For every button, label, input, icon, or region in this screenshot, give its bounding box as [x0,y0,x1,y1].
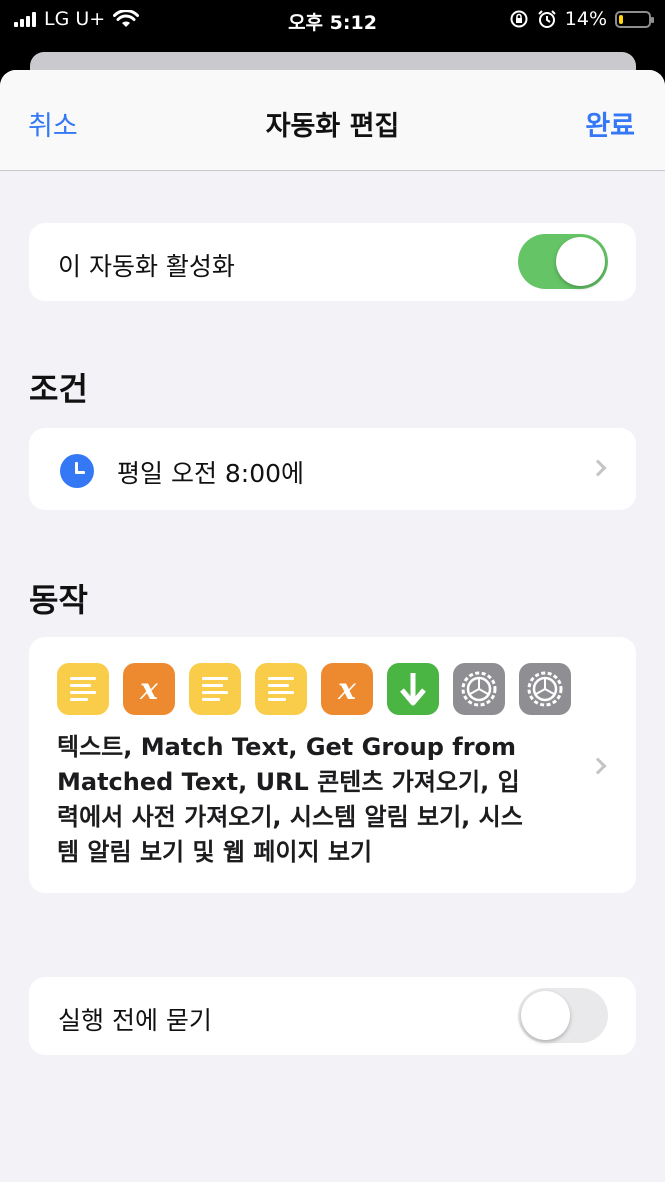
alarm-icon [538,10,556,28]
enable-automation-row: 이 자동화 활성화 [29,223,636,301]
condition-row[interactable]: 평일 오전 8:00에 [29,428,636,510]
edit-automation-sheet: 취소 자동화 편집 완료 이 자동화 활성화 조건 평일 오전 8:00에 동작… [0,70,665,1182]
actions-description: 텍스트, Match Text, Get Group from Matched … [57,733,523,866]
download-icon [387,663,439,715]
chevron-right-icon [589,757,607,775]
actions-section-title: 동작 [29,581,88,619]
ask-before-running-row: 실행 전에 묻기 [29,977,636,1055]
text-icon [255,663,307,715]
done-button[interactable]: 완료 [585,104,635,143]
enable-automation-label: 이 자동화 활성화 [58,252,235,281]
chevron-right-icon [589,459,607,477]
clock-icon [60,454,94,488]
battery-percent: 14% [564,8,607,30]
actions-row[interactable]: x x 텍스트, Match Text, Get Group from Matc… [29,637,636,893]
ask-before-running-label: 실행 전에 묻기 [58,1006,212,1035]
condition-section-title: 조건 [29,370,88,408]
status-bar: LG U+ 오후 5:12 14% [0,0,665,40]
status-right: 14% [509,8,654,30]
variable-icon: x [123,663,175,715]
rotation-lock-icon [510,10,528,28]
battery-icon [615,10,654,28]
toggle-knob [556,237,605,286]
action-icons: x x [57,663,571,715]
text-icon [57,663,109,715]
gear-icon [453,663,505,715]
ask-before-running-toggle[interactable] [518,988,608,1043]
navigation-bar: 취소 자동화 편집 완료 [0,70,665,171]
gear-icon [519,663,571,715]
variable-icon: x [321,663,373,715]
text-icon [189,663,241,715]
battery-fill [619,14,623,24]
condition-trigger-label: 평일 오전 8:00에 [117,459,305,488]
toggle-knob [521,991,570,1040]
page-title: 자동화 편집 [265,111,400,142]
enable-automation-toggle[interactable] [518,234,608,289]
